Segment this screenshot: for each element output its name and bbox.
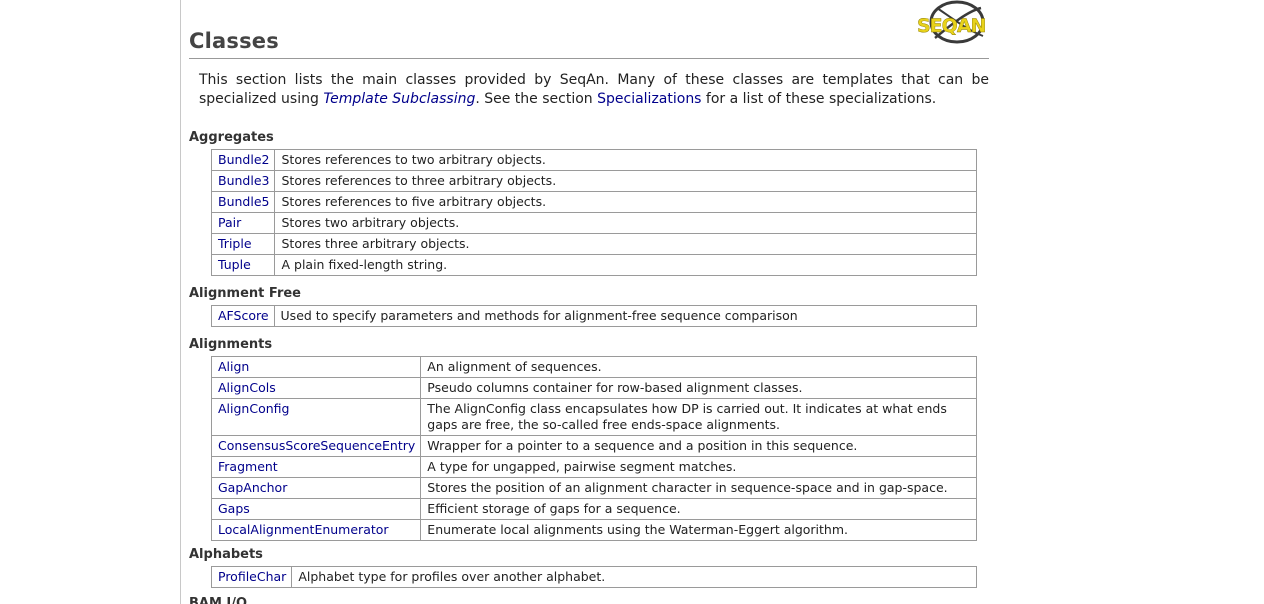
table-row: Bundle2 Stores references to two arbitra… [210, 149, 977, 171]
class-desc-cell: Stores references to two arbitrary objec… [274, 149, 977, 171]
page: SEQAN Classes This section lists the mai… [0, 0, 1264, 604]
class-desc-cell: The AlignConfig class encapsulates how D… [420, 398, 977, 436]
table-row: LocalAlignmentEnumerator Enumerate local… [210, 519, 977, 541]
class-name-cell: Pair [210, 212, 276, 234]
table-row: Triple Stores three arbitrary objects. [210, 233, 977, 255]
specializations-link[interactable]: Specializations [597, 91, 701, 107]
class-name-cell: Tuple [210, 254, 276, 276]
class-name-cell: ConsensusScoreSequenceEntry [210, 435, 422, 457]
section-heading-alignment-free: Alignment Free [189, 286, 301, 301]
class-link-profilechar[interactable]: ProfileChar [218, 569, 286, 584]
class-name-cell: Bundle2 [210, 149, 276, 171]
class-desc-cell: An alignment of sequences. [420, 356, 977, 378]
template-subclassing-link[interactable]: Template Subclassing [323, 91, 475, 107]
table-row: Bundle5 Stores references to five arbitr… [210, 191, 977, 213]
section-heading-aggregates: Aggregates [189, 130, 274, 145]
section-heading-bam-io: BAM I/O [189, 596, 248, 604]
class-link-align[interactable]: Align [218, 359, 249, 374]
table-row: Fragment A type for ungapped, pairwise s… [210, 456, 977, 478]
table-row: ProfileChar Alphabet type for profiles o… [210, 566, 977, 588]
class-desc-cell: A plain fixed-length string. [274, 254, 977, 276]
table-row: AlignCols Pseudo columns container for r… [210, 377, 977, 399]
class-desc-cell: Alphabet type for profiles over another … [291, 566, 977, 588]
class-name-cell: AlignCols [210, 377, 422, 399]
class-link-pair[interactable]: Pair [218, 215, 241, 230]
logo-text: SEQAN [917, 15, 986, 37]
title-divider [189, 58, 989, 59]
class-desc-cell: Stores three arbitrary objects. [274, 233, 977, 255]
section-heading-alphabets: Alphabets [189, 547, 263, 562]
class-link-bundle5[interactable]: Bundle5 [218, 194, 269, 209]
class-desc-cell: Efficient storage of gaps for a sequence… [420, 498, 977, 520]
table-row: Align An alignment of sequences. [210, 356, 977, 378]
class-name-cell: Bundle5 [210, 191, 276, 213]
alphabets-table: ProfileChar Alphabet type for profiles o… [210, 566, 977, 588]
class-link-tuple[interactable]: Tuple [218, 257, 251, 272]
class-name-cell: ProfileChar [210, 566, 293, 588]
class-link-triple[interactable]: Triple [218, 236, 252, 251]
intro-text-middle: . See the section [475, 91, 598, 107]
table-row: AlignConfig The AlignConfig class encaps… [210, 398, 977, 436]
class-link-fragment[interactable]: Fragment [218, 459, 278, 474]
alignments-table: Align An alignment of sequences. AlignCo… [210, 356, 977, 541]
class-desc-cell: Wrapper for a pointer to a sequence and … [420, 435, 977, 457]
class-desc-cell: Stores references to three arbitrary obj… [274, 170, 977, 192]
class-desc-cell: Used to specify parameters and methods f… [273, 305, 978, 327]
class-link-gaps[interactable]: Gaps [218, 501, 250, 516]
seqan-logo[interactable]: SEQAN [915, 0, 989, 46]
page-title: Classes [189, 29, 279, 53]
seqan-logo-icon: SEQAN [917, 0, 987, 44]
class-name-cell: Fragment [210, 456, 422, 478]
class-name-cell: Gaps [210, 498, 422, 520]
class-link-gapanchor[interactable]: GapAnchor [218, 480, 287, 495]
left-border [180, 0, 181, 604]
class-link-aligncols[interactable]: AlignCols [218, 380, 276, 395]
table-row: Gaps Efficient storage of gaps for a seq… [210, 498, 977, 520]
class-desc-cell: A type for ungapped, pairwise segment ma… [420, 456, 977, 478]
table-row: ConsensusScoreSequenceEntry Wrapper for … [210, 435, 977, 457]
class-name-cell: AFScore [211, 305, 275, 327]
intro-paragraph: This section lists the main classes prov… [199, 71, 989, 109]
class-link-afscore[interactable]: AFScore [218, 308, 269, 323]
class-link-bundle3[interactable]: Bundle3 [218, 173, 269, 188]
section-heading-alignments: Alignments [189, 337, 273, 352]
class-name-cell: Triple [210, 233, 276, 255]
table-row: Bundle3 Stores references to three arbit… [210, 170, 977, 192]
table-row: Pair Stores two arbitrary objects. [210, 212, 977, 234]
table-row: GapAnchor Stores the position of an alig… [210, 477, 977, 499]
class-desc-cell: Enumerate local alignments using the Wat… [420, 519, 977, 541]
intro-text-after: for a list of these specializations. [701, 91, 937, 107]
table-row: AFScore Used to specify parameters and m… [211, 305, 978, 327]
class-name-cell: LocalAlignmentEnumerator [210, 519, 422, 541]
class-link-consensusscoresequenceentry[interactable]: ConsensusScoreSequenceEntry [218, 438, 415, 453]
class-link-localalignmentenumerator[interactable]: LocalAlignmentEnumerator [218, 522, 389, 537]
class-name-cell: AlignConfig [210, 398, 422, 436]
table-row: Tuple A plain fixed-length string. [210, 254, 977, 276]
aggregates-table: Bundle2 Stores references to two arbitra… [210, 149, 977, 276]
alignment-free-table: AFScore Used to specify parameters and m… [211, 305, 978, 327]
class-name-cell: Bundle3 [210, 170, 276, 192]
class-desc-cell: Stores references to five arbitrary obje… [274, 191, 977, 213]
class-desc-cell: Stores two arbitrary objects. [274, 212, 977, 234]
class-name-cell: GapAnchor [210, 477, 422, 499]
class-desc-cell: Pseudo columns container for row-based a… [420, 377, 977, 399]
class-link-alignconfig[interactable]: AlignConfig [218, 401, 289, 416]
class-desc-cell: Stores the position of an alignment char… [420, 477, 977, 499]
class-link-bundle2[interactable]: Bundle2 [218, 152, 269, 167]
class-name-cell: Align [210, 356, 422, 378]
